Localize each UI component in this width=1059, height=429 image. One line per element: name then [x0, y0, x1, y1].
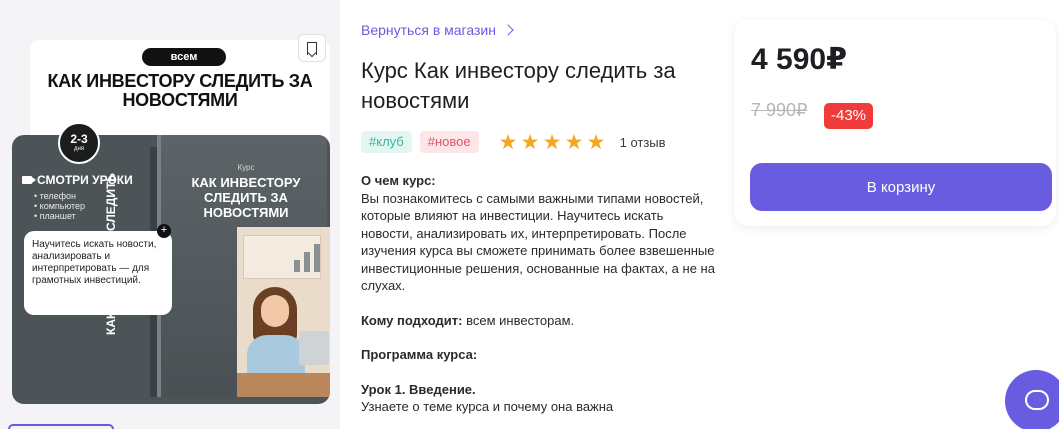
video-camera-icon: [22, 176, 36, 184]
chart-board-illustration: [243, 235, 321, 279]
device-list: телефон компьютер планшет: [34, 191, 85, 221]
tag-new[interactable]: #новое: [419, 131, 479, 153]
current-price: 4 590₽: [751, 43, 847, 76]
cover-note-card: Научитесь искать новости, анализировать …: [24, 231, 172, 315]
device-item: планшет: [34, 211, 85, 221]
discount-badge: -43%: [824, 103, 874, 129]
star-icon: ★: [586, 130, 606, 154]
back-to-shop-link[interactable]: Вернуться в магазин: [361, 22, 514, 38]
about-heading: О чем курс:: [361, 173, 436, 188]
cover-body: Смотри уроки телефон компьютер планшет Н…: [12, 135, 330, 404]
chevron-right-icon: [502, 24, 514, 36]
back-to-shop-label: Вернуться в магазин: [361, 22, 496, 38]
duration-number: 2-3: [70, 132, 88, 146]
old-price: 7 990₽: [751, 100, 808, 120]
course-title: Курс Как инвестору следить за новостями: [361, 58, 676, 113]
illustration-woman-at-desk: [237, 227, 330, 397]
chat-icon: [1025, 390, 1049, 410]
audience-heading: Кому подходит:: [361, 312, 463, 328]
watch-lessons-text: Смотри уроки: [37, 173, 133, 187]
add-to-cart-button[interactable]: В корзину: [750, 163, 1052, 211]
bookmark-button[interactable]: [298, 34, 326, 62]
course-box: Курс Как инвестору следить за новостями: [157, 135, 330, 397]
chat-widget-button[interactable]: [1005, 370, 1059, 429]
star-icon: ★: [498, 130, 518, 154]
reviews-link[interactable]: 1 отзыв: [620, 135, 666, 150]
tag-club[interactable]: #клуб: [361, 131, 412, 153]
device-item: телефон: [34, 191, 85, 201]
rating-stars: ★ ★ ★ ★ ★: [498, 130, 606, 154]
lesson-title: Урок 1. Введение.: [361, 381, 476, 397]
plus-icon: +: [157, 224, 171, 238]
course-box-title: Как инвестору следить за новостями: [191, 175, 301, 220]
audience-text: всем инвесторам.: [466, 312, 575, 328]
lesson-text: Узнаете о теме курса и почему она важна: [361, 399, 614, 414]
course-box-label: Курс: [237, 163, 255, 172]
cover-title: Как инвестору следить за новостями: [47, 71, 313, 110]
price-card: 4 590₽ 7 990₽ -43% В корзину: [734, 20, 1056, 226]
program-heading: Программа курса:: [361, 347, 478, 362]
star-icon: ★: [542, 130, 562, 154]
duration-badge: 2-3 дня: [58, 122, 100, 164]
about-text: Вы познакомитесь с самыми важными типами…: [361, 190, 715, 294]
audience-pill: всем: [142, 48, 226, 66]
gallery-thumbnail[interactable]: [8, 424, 114, 429]
star-icon: ★: [564, 130, 584, 154]
course-description: О чем курс: Вы познакомитесь с самыми ва…: [361, 172, 717, 429]
product-cover-image[interactable]: всем Как инвестору следить за новостями …: [12, 40, 330, 404]
tag-row: #клуб #новое ★ ★ ★ ★ ★ 1 отзыв: [361, 131, 666, 153]
duration-unit: дня: [73, 146, 85, 152]
product-gallery: всем Как инвестору следить за новостями …: [0, 0, 340, 429]
star-icon: ★: [520, 130, 540, 154]
bookmark-icon: [307, 41, 317, 55]
device-item: компьютер: [34, 201, 85, 211]
